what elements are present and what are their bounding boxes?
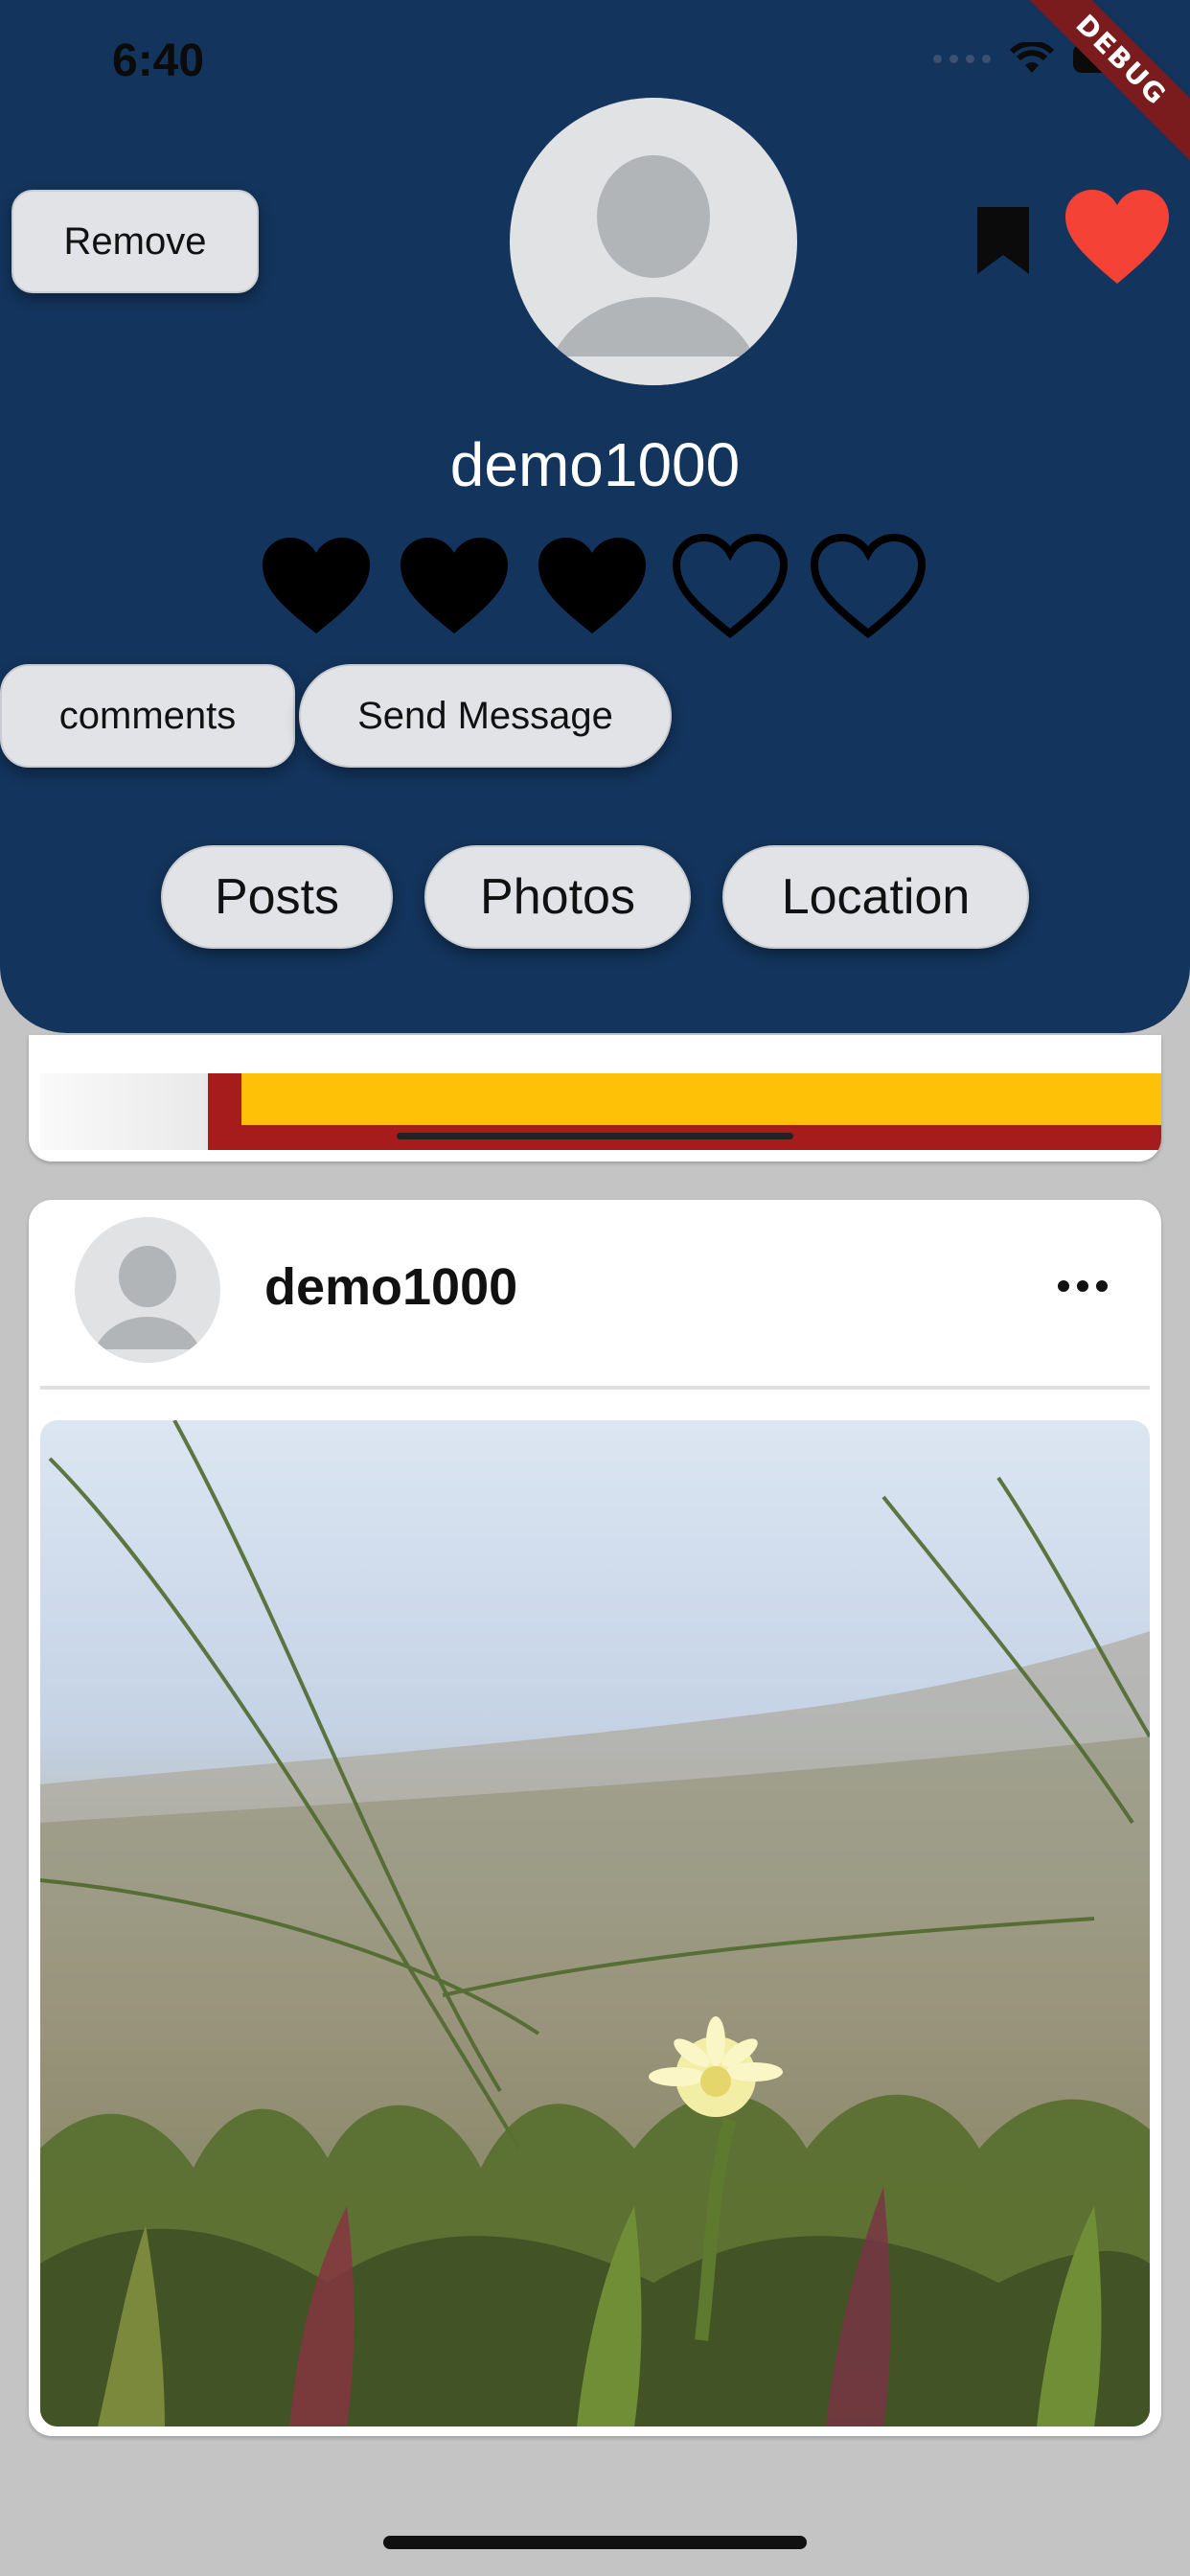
home-indicator <box>383 2536 807 2549</box>
profile-avatar <box>510 98 797 385</box>
post-divider <box>40 1386 1150 1390</box>
heart-filled-icon[interactable] <box>397 533 512 640</box>
wifi-icon <box>1010 42 1054 73</box>
tab-location[interactable]: Location <box>722 845 1029 949</box>
previous-post-image-band <box>241 1073 1161 1125</box>
debug-banner: DEBUG <box>1003 0 1190 178</box>
post-image-art <box>40 1420 1150 2426</box>
heart-icon[interactable] <box>1064 188 1171 288</box>
profile-header: 6:40 DEBUG Remove demo1000 comments Send… <box>0 0 1190 1033</box>
signal-icon <box>933 54 991 63</box>
post-avatar[interactable] <box>75 1217 220 1363</box>
status-time: 6:40 <box>112 35 205 86</box>
remove-button[interactable]: Remove <box>11 190 259 293</box>
comments-button[interactable]: comments <box>0 664 295 768</box>
post-username[interactable]: demo1000 <box>264 1257 517 1317</box>
heart-outline-icon[interactable] <box>811 533 926 640</box>
profile-username: demo1000 <box>449 430 741 499</box>
tab-photos[interactable]: Photos <box>424 845 691 949</box>
previous-post-indicator <box>397 1133 793 1139</box>
send-message-button[interactable]: Send Message <box>299 664 672 768</box>
heart-filled-icon[interactable] <box>259 533 374 640</box>
rating-hearts <box>259 533 926 640</box>
more-horizontal-icon[interactable] <box>1058 1280 1108 1292</box>
post-image[interactable] <box>40 1420 1150 2426</box>
post-card: demo1000 <box>29 1200 1161 2436</box>
heart-filled-icon[interactable] <box>535 533 650 640</box>
tab-posts[interactable]: Posts <box>161 845 393 949</box>
bookmark-icon[interactable] <box>975 205 1031 276</box>
previous-post-image-left <box>40 1073 208 1150</box>
heart-outline-icon[interactable] <box>673 533 788 640</box>
previous-post-card <box>29 1035 1161 1162</box>
